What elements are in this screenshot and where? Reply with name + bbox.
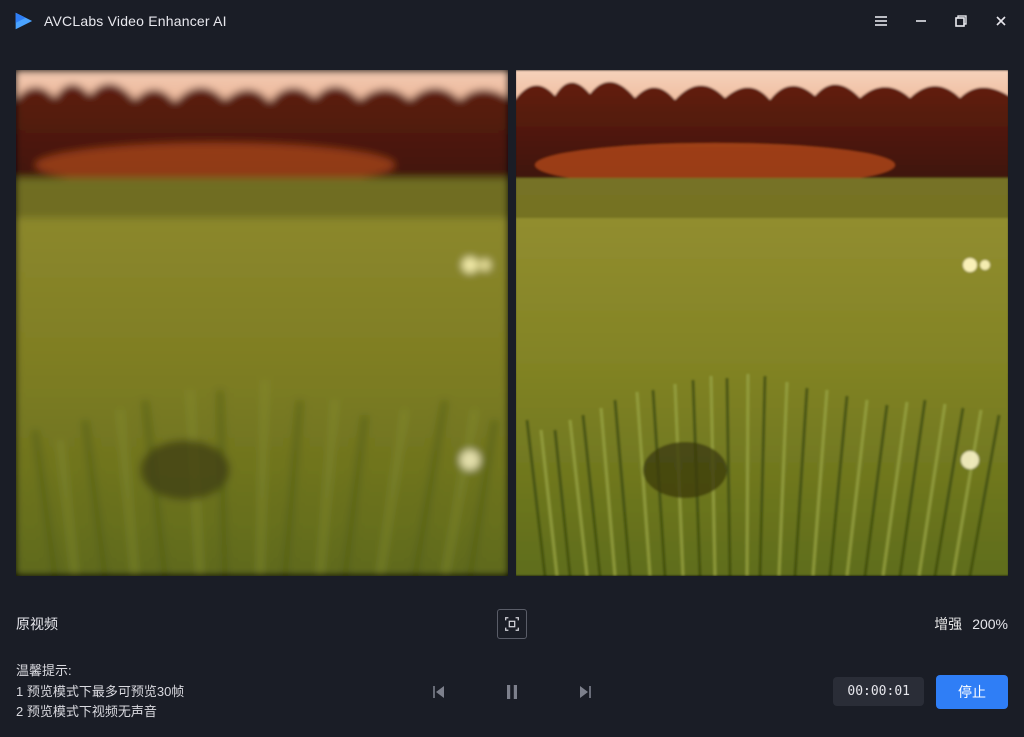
enhanced-label: 增强 xyxy=(934,614,962,634)
menu-icon[interactable] xyxy=(872,12,890,30)
stop-button[interactable]: 停止 xyxy=(936,675,1008,709)
hint-line-1: 1 预览模式下最多可预览30帧 xyxy=(16,682,184,702)
titlebar: AVCLabs Video Enhancer AI xyxy=(0,0,1024,42)
bottom-bar: 温馨提示: 1 预览模式下最多可预览30帧 2 预览模式下视频无声音 00:00… xyxy=(16,658,1008,725)
prev-frame-icon[interactable] xyxy=(430,683,448,701)
preview-enhanced[interactable] xyxy=(516,70,1008,576)
timecode: 00:00:01 xyxy=(833,677,924,706)
hint-line-2: 2 预览模式下视频无声音 xyxy=(16,702,184,722)
app-title: AVCLabs Video Enhancer AI xyxy=(44,13,227,29)
original-label: 原视频 xyxy=(16,614,58,634)
minimize-icon[interactable] xyxy=(912,12,930,30)
preview-label-row: 原视频 增强 200% xyxy=(16,604,1008,644)
hint-title: 温馨提示: xyxy=(16,661,184,681)
app-logo: AVCLabs Video Enhancer AI xyxy=(12,10,227,32)
preview-area xyxy=(16,70,1008,576)
playback-controls xyxy=(430,683,594,701)
preview-original[interactable] xyxy=(16,70,508,576)
play-logo-icon xyxy=(12,10,34,32)
hints: 温馨提示: 1 预览模式下最多可预览30帧 2 预览模式下视频无声音 xyxy=(16,661,184,722)
compare-fullscreen-button[interactable] xyxy=(497,609,527,639)
pause-icon[interactable] xyxy=(504,683,520,701)
zoom-value: 200% xyxy=(972,616,1008,632)
close-icon[interactable] xyxy=(992,12,1010,30)
maximize-icon[interactable] xyxy=(952,12,970,30)
window-controls xyxy=(872,12,1010,30)
next-frame-icon[interactable] xyxy=(576,683,594,701)
